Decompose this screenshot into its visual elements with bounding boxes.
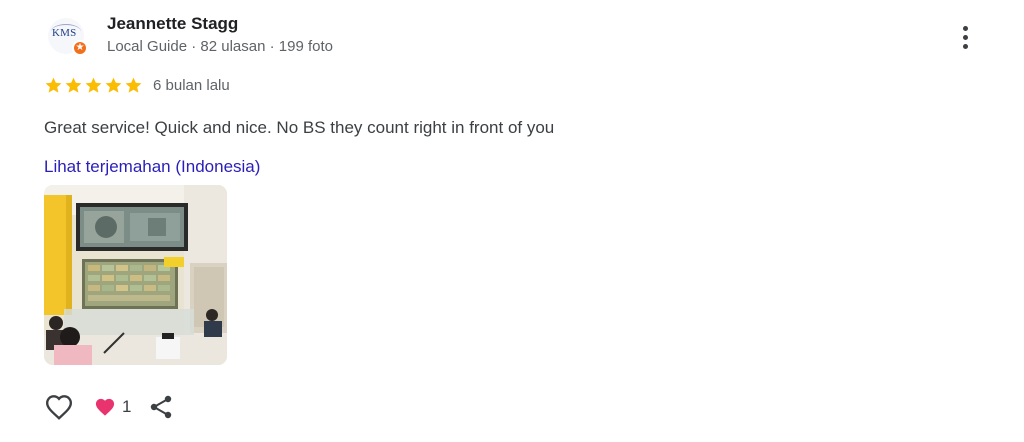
review-rating: 6 bulan lalu xyxy=(44,76,230,95)
local-guide-badge-icon: ★ xyxy=(72,40,88,56)
author-meta: Local Guide · 82 ulasan · 199 foto xyxy=(107,38,333,55)
review-actions: 1 xyxy=(44,392,175,422)
reaction-count-button[interactable]: 1 xyxy=(94,397,131,417)
author-name[interactable]: Jeannette Stagg xyxy=(107,14,238,34)
star-icon xyxy=(85,77,102,93)
like-button[interactable] xyxy=(44,392,76,422)
more-options-button[interactable] xyxy=(952,22,978,52)
star-rating xyxy=(44,76,143,95)
share-button[interactable] xyxy=(149,392,175,422)
heart-filled-icon xyxy=(95,398,115,416)
review-photo[interactable] xyxy=(44,185,227,365)
share-icon xyxy=(151,395,172,419)
review-text: Great service! Quick and nice. No BS the… xyxy=(44,118,555,137)
review-date: 6 bulan lalu xyxy=(153,77,230,94)
see-translation-link[interactable]: Lihat terjemahan (Indonesia) xyxy=(44,157,260,177)
more-vert-icon xyxy=(962,25,968,31)
review-photo-image xyxy=(44,185,227,365)
star-icon xyxy=(45,77,62,93)
author-avatar[interactable]: KMS ★ xyxy=(48,18,88,58)
reaction-count: 1 xyxy=(122,397,132,416)
star-icon xyxy=(105,77,122,93)
star-icon xyxy=(65,77,82,93)
avatar-logo-text: KMS xyxy=(52,27,77,39)
heart-outline-icon xyxy=(45,395,73,420)
star-icon xyxy=(125,77,142,93)
